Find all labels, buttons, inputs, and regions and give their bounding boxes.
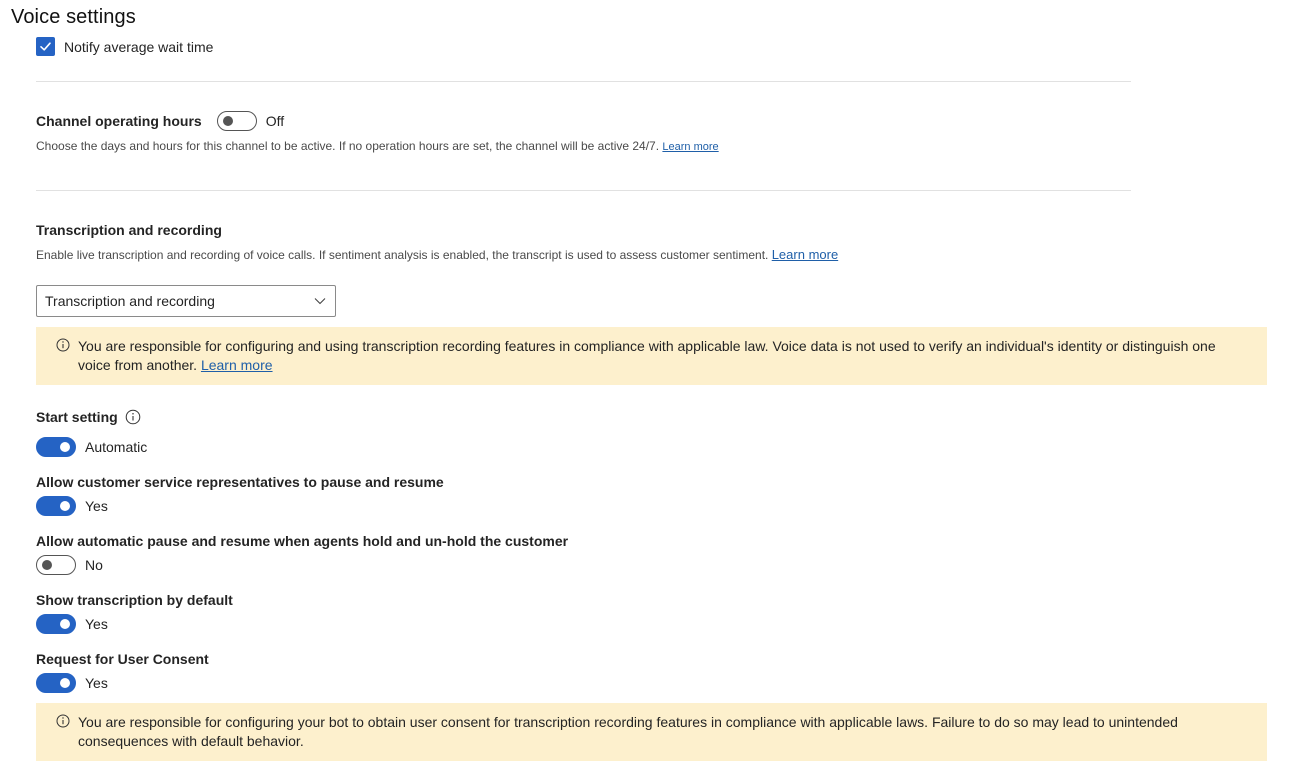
show-transcription-label: Show transcription by default	[36, 592, 233, 608]
chevron-down-icon	[314, 298, 326, 305]
info-icon[interactable]	[125, 409, 141, 425]
csr-pause-resume-state: Yes	[85, 498, 108, 514]
user-consent-toggle[interactable]	[36, 673, 76, 693]
start-setting-label: Start setting	[36, 409, 118, 425]
show-transcription-toggle-row: Yes	[36, 614, 108, 634]
toggle-knob	[60, 501, 70, 511]
user-consent-label: Request for User Consent	[36, 651, 209, 667]
transcription-learn-more-link[interactable]: Learn more	[772, 247, 838, 262]
toggle-knob	[60, 442, 70, 452]
transcription-description: Enable live transcription and recording …	[36, 248, 769, 262]
compliance-learn-more-link[interactable]: Learn more	[201, 357, 273, 373]
notify-wait-time-label: Notify average wait time	[64, 38, 214, 55]
consent-warning-text: You are responsible for configuring your…	[78, 714, 1178, 749]
auto-pause-resume-toggle-row: No	[36, 555, 103, 575]
notify-wait-time-checkbox[interactable]	[36, 37, 55, 56]
start-setting-toggle[interactable]	[36, 437, 76, 457]
auto-pause-resume-label: Allow automatic pause and resume when ag…	[36, 533, 569, 549]
voice-settings-page: Voice settings Notify average wait time …	[0, 0, 1314, 783]
page-title: Voice settings	[11, 6, 136, 28]
auto-pause-resume-state: No	[85, 557, 103, 573]
compliance-warning-banner: You are responsible for configuring and …	[36, 327, 1267, 385]
toggle-knob	[60, 678, 70, 688]
show-transcription-state: Yes	[85, 616, 108, 632]
auto-pause-resume-toggle[interactable]	[36, 555, 76, 575]
info-icon	[56, 714, 70, 728]
divider	[36, 81, 1131, 82]
operating-hours-description-row: Choose the days and hours for this chann…	[36, 139, 719, 153]
consent-warning-banner: You are responsible for configuring your…	[36, 703, 1267, 761]
operating-hours-label: Channel operating hours	[36, 113, 202, 129]
notify-wait-time-row: Notify average wait time	[36, 37, 213, 56]
transcription-dropdown-value: Transcription and recording	[45, 293, 215, 309]
operating-hours-description: Choose the days and hours for this chann…	[36, 139, 660, 153]
csr-pause-resume-toggle-row: Yes	[36, 496, 108, 516]
divider	[36, 190, 1131, 191]
toggle-knob	[222, 116, 233, 126]
transcription-dropdown[interactable]: Transcription and recording	[36, 285, 336, 317]
start-setting-toggle-row: Automatic	[36, 437, 147, 457]
start-setting-state: Automatic	[85, 439, 148, 455]
transcription-description-row: Enable live transcription and recording …	[36, 247, 838, 262]
operating-hours-row: Channel operating hours Off	[36, 111, 284, 131]
user-consent-toggle-row: Yes	[36, 673, 108, 693]
toggle-knob	[42, 560, 52, 570]
operating-hours-learn-more-link[interactable]: Learn more	[662, 141, 718, 153]
operating-hours-state: Off	[265, 113, 285, 129]
operating-hours-toggle[interactable]	[216, 111, 257, 131]
user-consent-state: Yes	[85, 675, 108, 691]
csr-pause-resume-label: Allow customer service representatives t…	[36, 474, 444, 490]
transcription-label: Transcription and recording	[36, 222, 222, 238]
checkmark-icon	[40, 42, 51, 51]
show-transcription-toggle[interactable]	[36, 614, 76, 634]
toggle-knob	[60, 619, 70, 629]
csr-pause-resume-toggle[interactable]	[36, 496, 76, 516]
info-icon	[56, 338, 70, 352]
start-setting-heading-row: Start setting	[36, 409, 141, 425]
